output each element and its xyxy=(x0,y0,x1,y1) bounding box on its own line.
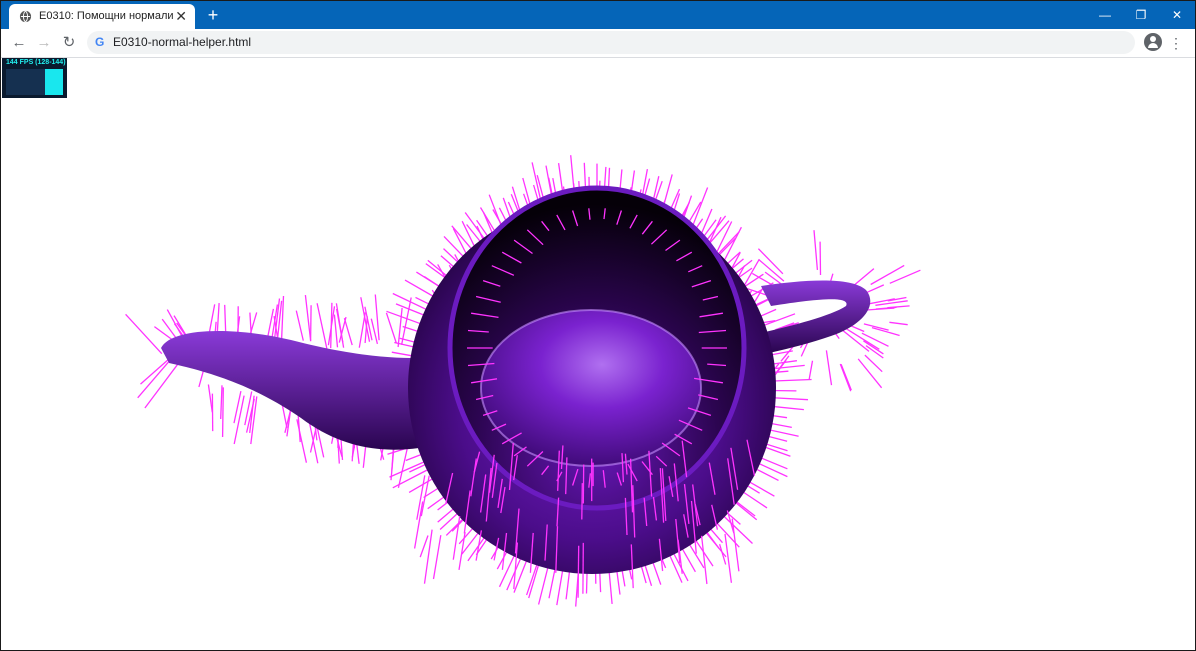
address-bar[interactable]: G E0310-normal-helper.html xyxy=(87,31,1135,54)
normal-line xyxy=(825,350,833,386)
normal-line xyxy=(452,516,461,560)
normal-line xyxy=(700,535,708,585)
tab-close-icon[interactable]: ✕ xyxy=(175,7,187,25)
normal-line xyxy=(548,568,556,599)
tab-title: E0310: Помощни нормали xyxy=(39,10,174,22)
url-text[interactable]: E0310-normal-helper.html xyxy=(113,35,251,49)
normal-line xyxy=(808,360,814,380)
normal-line xyxy=(607,167,611,189)
normal-line xyxy=(397,445,409,489)
normal-line xyxy=(343,318,353,346)
normal-line xyxy=(316,303,328,350)
minimize-button[interactable]: — xyxy=(1087,1,1123,29)
normal-line xyxy=(545,165,553,196)
reload-button[interactable]: ↻ xyxy=(59,33,79,53)
fps-readout: 144 FPS (128-144) xyxy=(6,59,66,66)
normal-line xyxy=(722,514,753,544)
normal-line xyxy=(861,332,889,347)
normal-line xyxy=(137,359,171,399)
normal-line xyxy=(754,467,779,481)
normal-line xyxy=(718,544,727,565)
normal-line xyxy=(207,384,213,413)
teapot-handle xyxy=(761,280,871,353)
normal-line xyxy=(691,187,709,227)
webgl-canvas[interactable]: 144 FPS (128-144) xyxy=(1,58,1195,650)
normal-line xyxy=(864,354,883,373)
normal-line xyxy=(233,395,245,445)
restore-button[interactable]: ❐ xyxy=(1123,1,1159,29)
browser-toolbar: ← → ↻ G E0310-normal-helper.html ⋮ xyxy=(1,29,1195,58)
fps-stats-panel[interactable]: 144 FPS (128-144) xyxy=(2,58,67,98)
normal-line xyxy=(651,560,662,585)
normal-line xyxy=(333,314,339,348)
normal-line xyxy=(488,194,503,227)
normal-line xyxy=(525,563,538,596)
back-button[interactable]: ← xyxy=(9,33,29,53)
normal-line xyxy=(813,230,819,270)
teapot-scene xyxy=(125,155,921,607)
normal-line xyxy=(140,358,170,385)
normal-line xyxy=(502,197,512,219)
teapot-spout xyxy=(161,330,419,450)
normal-line xyxy=(889,269,921,284)
normal-line xyxy=(773,378,812,382)
normal-line xyxy=(557,163,564,193)
google-icon: G xyxy=(95,35,105,49)
normal-line xyxy=(619,169,623,191)
normal-line xyxy=(870,264,905,286)
normal-line xyxy=(682,195,693,219)
normal-line xyxy=(220,385,223,420)
normal-line xyxy=(889,321,908,326)
normal-line xyxy=(420,475,430,517)
normal-line xyxy=(400,297,412,345)
normal-line xyxy=(663,174,673,206)
normal-line xyxy=(304,295,312,341)
normal-line xyxy=(700,208,713,236)
title-bar: E0310: Помощни нормали ✕ + — ❐ ✕ xyxy=(1,1,1195,29)
normal-line xyxy=(389,459,428,478)
normal-line xyxy=(857,358,883,389)
fps-graph-bar xyxy=(45,69,63,95)
normal-line xyxy=(570,155,575,191)
normal-line xyxy=(335,308,344,343)
normal-line xyxy=(125,313,163,355)
normal-line xyxy=(864,284,885,294)
normal-line xyxy=(765,446,791,457)
profile-avatar-icon[interactable] xyxy=(1144,33,1162,51)
normal-line xyxy=(630,170,636,193)
browser-menu-icon[interactable]: ⋮ xyxy=(1169,33,1183,53)
forward-button[interactable]: → xyxy=(34,33,54,53)
normal-line xyxy=(556,569,564,606)
normal-line xyxy=(839,363,852,392)
normal-line xyxy=(724,533,733,583)
normal-line xyxy=(583,162,587,189)
globe-icon xyxy=(19,10,32,23)
normal-line xyxy=(295,310,304,341)
close-window-button[interactable]: ✕ xyxy=(1159,1,1195,29)
normal-line xyxy=(652,176,660,201)
normal-line xyxy=(641,168,649,196)
normal-line xyxy=(423,529,433,584)
normal-line xyxy=(715,231,740,257)
normal-line xyxy=(296,419,308,463)
browser-window: E0310: Помощни нормали ✕ + — ❐ ✕ ← → ↻ G… xyxy=(0,0,1196,651)
normal-line xyxy=(718,237,737,256)
normal-line xyxy=(419,535,429,558)
normal-line xyxy=(385,312,397,344)
normal-line xyxy=(309,305,312,342)
normal-line xyxy=(432,535,442,580)
new-tab-button[interactable]: + xyxy=(203,5,223,25)
normal-line xyxy=(537,565,550,605)
normal-line xyxy=(581,483,583,520)
normal-line xyxy=(840,363,852,391)
normal-line xyxy=(397,307,403,348)
normal-line xyxy=(374,294,380,341)
tab-active[interactable]: E0310: Помощни нормали ✕ xyxy=(9,4,195,29)
normal-line xyxy=(577,545,580,598)
normal-line xyxy=(221,387,224,438)
